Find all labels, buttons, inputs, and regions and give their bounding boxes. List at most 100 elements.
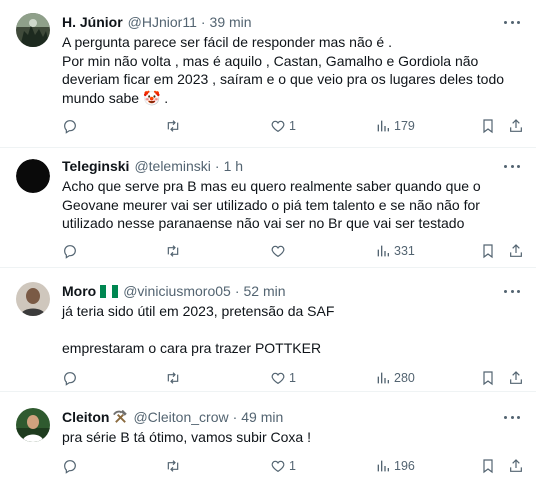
display-name[interactable]: Cleiton — [62, 409, 109, 425]
separator-dot: · — [214, 158, 220, 174]
tweet-text: já teria sido útil em 2023, pretensão da… — [62, 302, 522, 358]
tweet-line: pra série B tá ótimo, vamos subir Coxa ! — [62, 429, 311, 445]
avatar[interactable] — [16, 282, 50, 316]
tweet-actions: 1 196 — [62, 456, 522, 476]
view-count: 331 — [394, 244, 415, 258]
tweet-line: emprestaram o cara pra trazer POTTKER — [62, 340, 322, 356]
reply-button[interactable] — [62, 368, 78, 388]
avatar[interactable] — [16, 159, 50, 193]
bookmark-button[interactable] — [480, 241, 496, 261]
tweet-header: H. Júnior @HJnior11 · 39 min — [62, 13, 522, 31]
like-count: 1 — [289, 459, 296, 473]
retweet-icon — [167, 120, 179, 132]
bookmark-icon — [483, 119, 493, 134]
tweet-text: Acho que serve pra B mas eu quero realme… — [62, 177, 522, 233]
share-button[interactable] — [508, 241, 524, 261]
share-icon — [510, 459, 522, 472]
bookmark-icon — [483, 371, 493, 386]
user-handle[interactable]: @HJnior11 — [128, 14, 197, 30]
reply-icon — [64, 372, 76, 386]
share-button[interactable] — [508, 116, 524, 136]
tweet-actions: 1 280 — [62, 368, 522, 388]
tweet[interactable]: Cleiton @Cleiton_crow · 49 min pra série… — [0, 392, 536, 484]
views-icon — [377, 460, 389, 472]
like-button[interactable] — [270, 241, 289, 261]
display-name[interactable]: Teleginski — [62, 158, 129, 174]
retweet-button[interactable] — [165, 241, 181, 261]
separator-dot: · — [232, 409, 238, 425]
like-button[interactable]: 1 — [270, 368, 296, 388]
user-handle[interactable]: @teleminski — [134, 158, 210, 174]
retweet-button[interactable] — [165, 368, 181, 388]
more-options-icon[interactable] — [504, 411, 520, 423]
view-count: 179 — [394, 119, 415, 133]
bookmark-icon — [483, 459, 493, 474]
timestamp[interactable]: 52 min — [243, 283, 285, 299]
like-count: 1 — [289, 119, 296, 133]
nigeria-flag-icon — [100, 284, 119, 298]
reply-button[interactable] — [62, 241, 78, 261]
display-name[interactable]: Moro — [62, 283, 96, 299]
like-button[interactable]: 1 — [270, 116, 296, 136]
share-icon — [510, 119, 522, 132]
tweet-line: A pergunta parece ser fácil de responder… — [62, 34, 392, 50]
user-handle[interactable]: @viniciusmoro05 — [123, 283, 231, 299]
view-count: 280 — [394, 371, 415, 385]
more-options-icon[interactable] — [504, 160, 520, 172]
like-button[interactable]: 1 — [270, 456, 296, 476]
reply-icon — [64, 245, 76, 259]
tweet-line: Acho que serve pra B mas eu quero realme… — [62, 178, 481, 231]
tweet[interactable]: H. Júnior @HJnior11 · 39 min A pergunta … — [0, 0, 536, 148]
timestamp[interactable]: 1 h — [224, 158, 243, 174]
avatar[interactable] — [16, 13, 50, 47]
retweet-icon — [167, 372, 179, 384]
more-options-icon[interactable] — [504, 285, 520, 297]
views-icon — [377, 120, 389, 132]
share-icon — [510, 244, 522, 257]
views-button[interactable]: 331 — [375, 241, 415, 261]
views-icon — [377, 245, 389, 257]
heart-icon — [271, 245, 285, 258]
like-count: 1 — [289, 371, 296, 385]
views-button[interactable]: 280 — [375, 368, 415, 388]
share-button[interactable] — [508, 456, 524, 476]
tweet-line: Por min não volta , mas é aquilo , Casta… — [62, 52, 505, 106]
tweet[interactable]: Teleginski @teleminski · 1 h Acho que se… — [0, 148, 536, 268]
retweet-button[interactable] — [165, 456, 181, 476]
reply-button[interactable] — [62, 116, 78, 136]
separator-dot: · — [200, 14, 206, 30]
bookmark-button[interactable] — [480, 368, 496, 388]
tweet-header: Teleginski @teleminski · 1 h — [62, 157, 522, 175]
avatar[interactable] — [16, 408, 50, 442]
user-handle[interactable]: @Cleiton_crow — [133, 409, 228, 425]
reply-icon — [64, 120, 76, 134]
heart-icon — [271, 372, 285, 385]
tweet-text: pra série B tá ótimo, vamos subir Coxa ! — [62, 428, 522, 447]
tweet-line: já teria sido útil em 2023, pretensão da… — [62, 303, 335, 319]
tweet-header: Cleiton @Cleiton_crow · 49 min — [62, 408, 522, 426]
tweet-text: A pergunta parece ser fácil de responder… — [62, 33, 522, 107]
share-icon — [510, 371, 522, 384]
heart-icon — [271, 460, 285, 473]
retweet-icon — [167, 460, 179, 472]
bookmark-button[interactable] — [480, 116, 496, 136]
views-button[interactable]: 179 — [375, 116, 415, 136]
bookmark-icon — [483, 244, 493, 259]
reply-icon — [64, 460, 76, 474]
display-name[interactable]: H. Júnior — [62, 14, 123, 30]
view-count: 196 — [394, 459, 415, 473]
bookmark-button[interactable] — [480, 456, 496, 476]
share-button[interactable] — [508, 368, 524, 388]
reply-button[interactable] — [62, 456, 78, 476]
views-icon — [377, 372, 389, 384]
retweet-icon — [167, 245, 179, 257]
timestamp[interactable]: 49 min — [241, 409, 283, 425]
more-options-icon[interactable] — [504, 16, 520, 28]
retweet-button[interactable] — [165, 116, 181, 136]
views-button[interactable]: 196 — [375, 456, 415, 476]
timestamp[interactable]: 39 min — [210, 14, 252, 30]
tweet-header: Moro @viniciusmoro05 · 52 min — [62, 282, 522, 300]
tweet-actions: 331 — [62, 241, 522, 261]
separator-dot: · — [234, 283, 240, 299]
tweet[interactable]: Moro @viniciusmoro05 · 52 min já teria s… — [0, 268, 536, 392]
